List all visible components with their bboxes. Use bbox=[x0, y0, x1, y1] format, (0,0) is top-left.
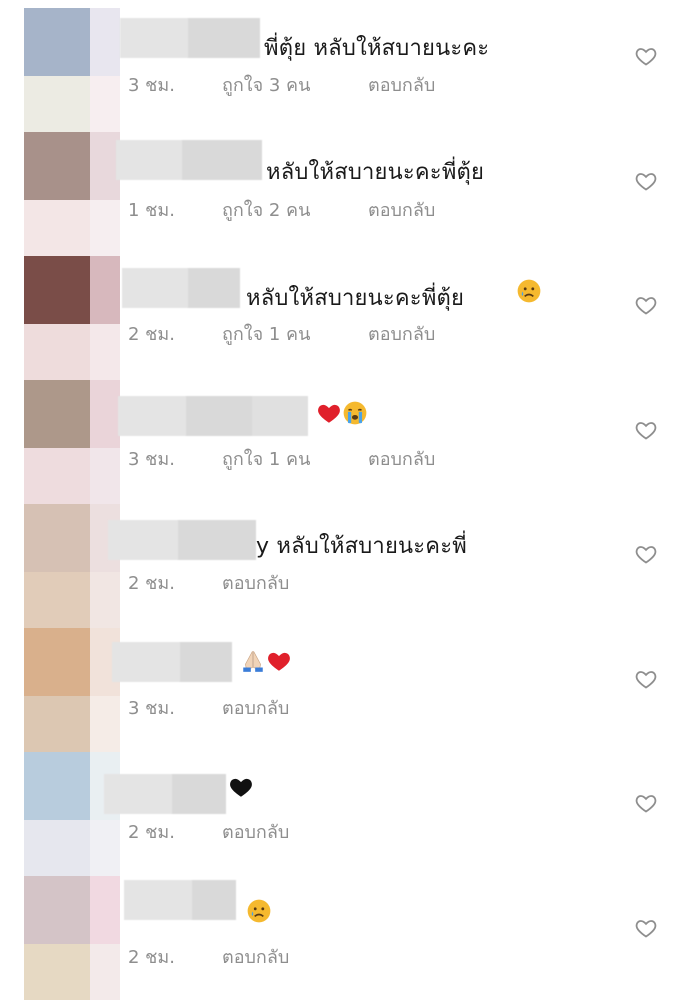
heart-outline-icon[interactable] bbox=[634, 169, 658, 193]
blur-block bbox=[118, 396, 186, 436]
reply-button[interactable]: ตอบกลับ bbox=[368, 70, 435, 99]
heart-outline-icon[interactable] bbox=[634, 791, 658, 815]
heart-outline-icon[interactable] bbox=[634, 418, 658, 442]
comment-timestamp: 2 ชม. bbox=[128, 946, 175, 968]
comment-row: 2 ชม. ตอบกลับ bbox=[0, 747, 700, 871]
blur-block bbox=[180, 642, 232, 682]
heart-outline-icon[interactable] bbox=[634, 916, 658, 940]
reply-button[interactable]: ตอบกลับ bbox=[222, 568, 289, 597]
comment-timestamp: 1 ชม. bbox=[128, 199, 175, 221]
comment-timestamp: 2 ชม. bbox=[128, 573, 175, 594]
blurred-username[interactable] bbox=[108, 520, 256, 560]
comment-meta: 2 ชม. ตอบกลับ bbox=[128, 568, 289, 597]
blur-block bbox=[112, 642, 180, 682]
comment-row: พี่ตุ้ย หลับให้สบายนะคะ 3 ชม. ถูกใจ 3 คน ตอ… bbox=[0, 0, 700, 124]
comment-row: 2 ชม. ตอบกลับ bbox=[0, 872, 700, 996]
folded-hands-emoji bbox=[240, 651, 266, 676]
comment-row: หลับให้สบายนะคะพี่ตุ้ย 2 ชม. ถูกใจ 1 คน ตอบ… bbox=[0, 249, 700, 373]
comment-row: 3 ชม. ตอบกลับ bbox=[0, 623, 700, 747]
comment-row: y หลับให้สบายนะคะพี่ 2 ชม. ตอบกลับ bbox=[0, 498, 700, 622]
blur-block bbox=[122, 268, 188, 308]
reply-button[interactable]: ตอบกลับ bbox=[222, 693, 289, 722]
sad-tear-emoji bbox=[246, 899, 272, 926]
comment-timestamp: 3 ชม. bbox=[128, 75, 175, 96]
red-heart-emoji bbox=[316, 403, 342, 428]
blurred-username[interactable] bbox=[120, 18, 260, 58]
comment-meta: 2 ชม. ตอบกลับ bbox=[128, 942, 289, 971]
blurred-username[interactable] bbox=[118, 396, 308, 436]
comment-timestamp: 3 ชม. bbox=[128, 697, 175, 719]
comment-emoji-group bbox=[516, 278, 542, 306]
blur-block bbox=[182, 140, 262, 180]
blur-block bbox=[116, 140, 182, 180]
blurred-username[interactable] bbox=[112, 642, 232, 682]
blur-block bbox=[186, 396, 252, 436]
comment-meta: 1 ชม. ถูกใจ 2 คน ตอบกลับ bbox=[128, 195, 435, 224]
comment-text: y หลับให้สบายนะคะพี่ bbox=[256, 534, 467, 559]
blurred-username[interactable] bbox=[116, 140, 262, 180]
blurred-username[interactable] bbox=[122, 268, 240, 308]
comment-emoji-group bbox=[240, 648, 292, 676]
blurred-username[interactable] bbox=[124, 880, 236, 920]
comment-text: พี่ตุ้ย หลับให้สบายนะคะ bbox=[264, 36, 490, 61]
heart-outline-icon[interactable] bbox=[634, 667, 658, 691]
heart-outline-icon[interactable] bbox=[634, 44, 658, 68]
blur-block bbox=[188, 18, 260, 58]
blur-block bbox=[178, 520, 256, 560]
reply-button[interactable]: ตอบกลับ bbox=[222, 942, 289, 971]
comment-timestamp: 2 ชม. bbox=[128, 324, 175, 345]
comment-emoji-group bbox=[316, 400, 368, 428]
comment-like-count[interactable]: ถูกใจ 3 คน bbox=[222, 70, 368, 99]
reply-button[interactable]: ตอบกลับ bbox=[368, 444, 435, 473]
comment-like-count[interactable]: ถูกใจ 2 คน bbox=[222, 195, 368, 224]
red-heart-emoji bbox=[266, 651, 292, 676]
blurred-username[interactable] bbox=[104, 774, 226, 814]
blur-block bbox=[188, 268, 240, 308]
reply-button[interactable]: ตอบกลับ bbox=[222, 817, 289, 846]
blur-block bbox=[252, 396, 308, 436]
comment-timestamp: 3 ชม. bbox=[128, 448, 175, 470]
blur-block bbox=[192, 880, 236, 920]
comment-meta: 3 ชม. ถูกใจ 3 คน ตอบกลับ bbox=[128, 70, 435, 99]
heart-outline-icon[interactable] bbox=[634, 542, 658, 566]
comment-emoji-group bbox=[246, 898, 272, 926]
black-heart-emoji bbox=[228, 777, 254, 802]
comment-row: หลับให้สบายนะคะพี่ตุ้ย 1 ชม. ถูกใจ 2 คน ตอบ… bbox=[0, 125, 700, 249]
blur-block bbox=[124, 880, 192, 920]
crying-emoji bbox=[342, 401, 368, 428]
comment-meta: 2 ชม. ตอบกลับ bbox=[128, 817, 289, 846]
reply-button[interactable]: ตอบกลับ bbox=[368, 319, 435, 348]
blur-block bbox=[108, 520, 178, 560]
comment-like-count[interactable]: ถูกใจ 1 คน bbox=[222, 444, 368, 473]
comment-meta: 2 ชม. ถูกใจ 1 คน ตอบกลับ bbox=[128, 319, 435, 348]
blur-block bbox=[104, 774, 172, 814]
sad-tear-emoji bbox=[516, 279, 542, 306]
comment-text: หลับให้สบายนะคะพี่ตุ้ย bbox=[266, 160, 485, 185]
blur-block bbox=[120, 18, 188, 58]
blur-block bbox=[172, 774, 226, 814]
reply-button[interactable]: ตอบกลับ bbox=[368, 195, 435, 224]
comment-emoji-group bbox=[228, 774, 254, 802]
comment-like-count[interactable]: ถูกใจ 1 คน bbox=[222, 319, 368, 348]
comment-timestamp: 2 ชม. bbox=[128, 822, 175, 843]
heart-outline-icon[interactable] bbox=[634, 293, 658, 317]
comment-text: หลับให้สบายนะคะพี่ตุ้ย bbox=[246, 286, 465, 311]
comment-meta: 3 ชม. ตอบกลับ bbox=[128, 693, 289, 722]
comment-meta: 3 ชม. ถูกใจ 1 คน ตอบกลับ bbox=[128, 444, 435, 473]
comment-row: 3 ชม. ถูกใจ 1 คน ตอบกลับ bbox=[0, 374, 700, 498]
